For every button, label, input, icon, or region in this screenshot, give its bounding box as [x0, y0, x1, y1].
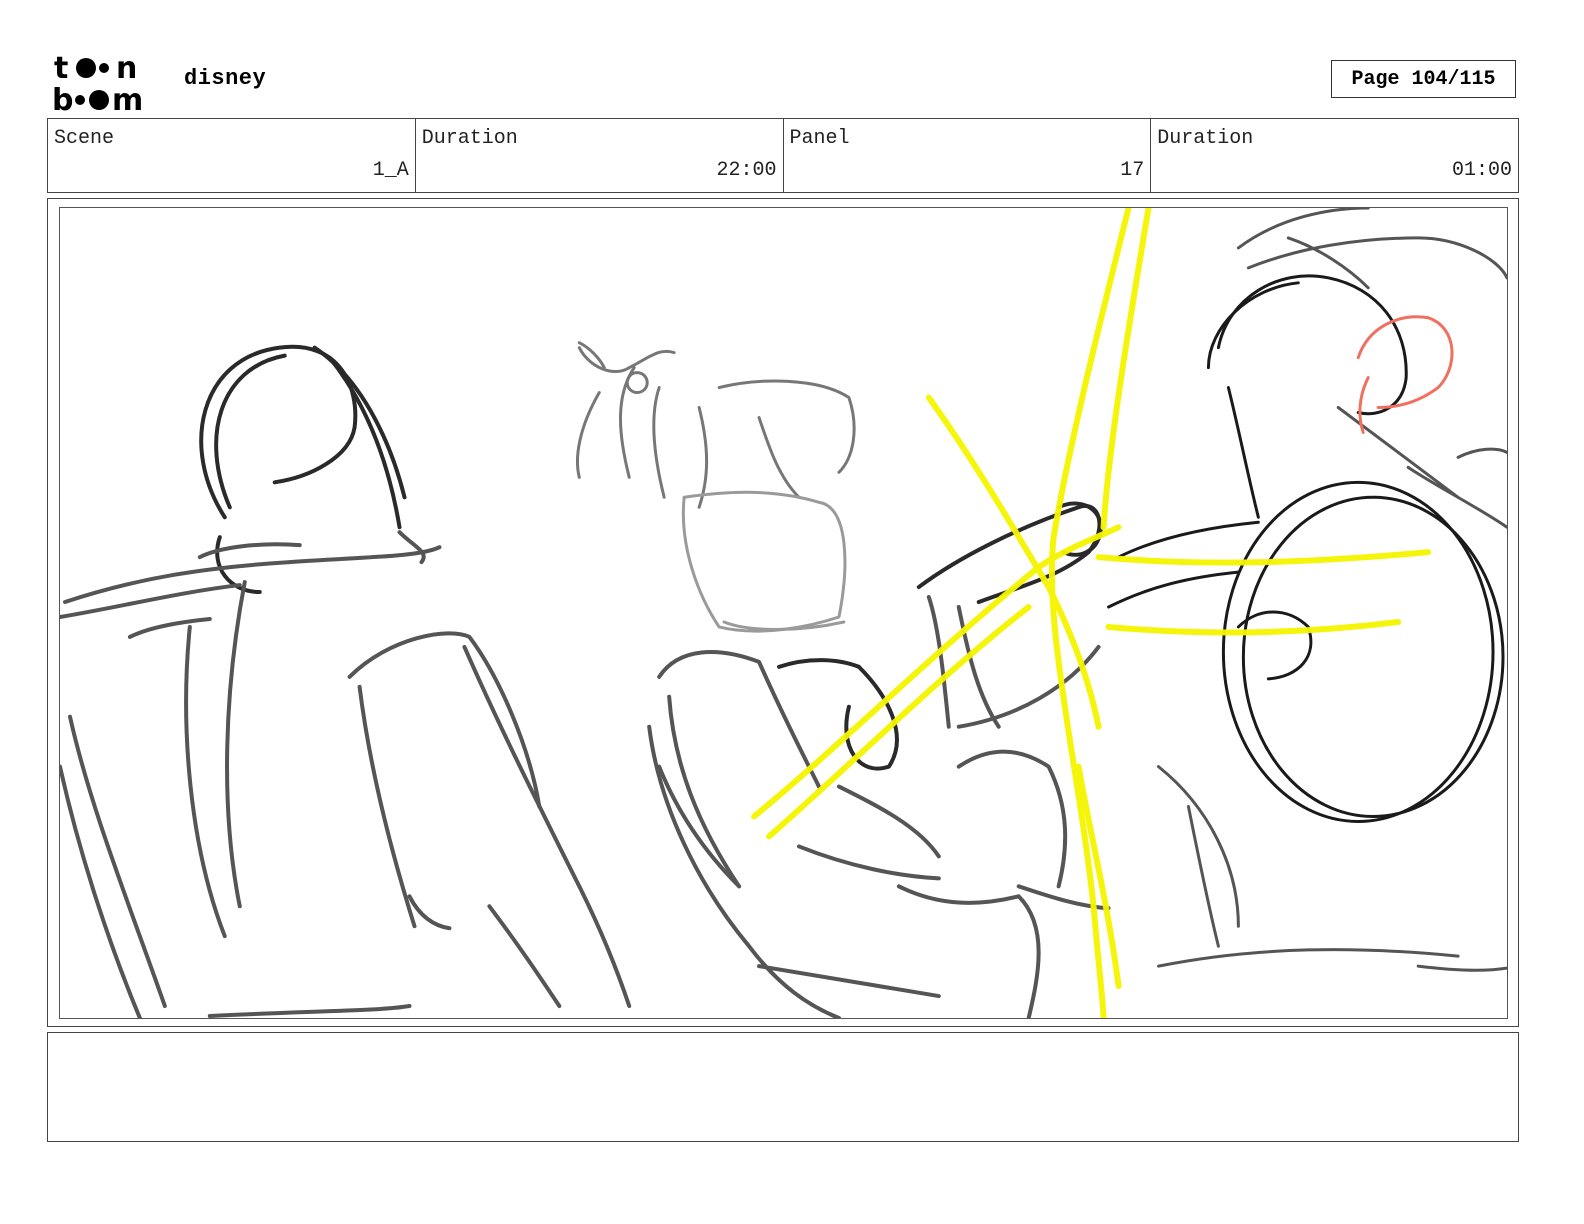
- panel-label: Panel: [789, 127, 850, 150]
- panel-image: [59, 207, 1508, 1019]
- panel-duration-label: Duration: [1157, 127, 1254, 150]
- panel-cell: Panel 17: [784, 119, 1152, 192]
- scene-duration-cell: Duration 22:00: [416, 119, 784, 192]
- scene-label: Scene: [54, 127, 115, 150]
- svg-text:t: t: [54, 51, 68, 86]
- page-indicator: Page 104/115: [1331, 60, 1516, 98]
- svg-text:b: b: [52, 83, 73, 114]
- panel-duration-value: 01:00: [1451, 159, 1512, 182]
- panel-value: 17: [1120, 159, 1145, 182]
- scene-cell: Scene 1_A: [48, 119, 416, 192]
- panel-notes: [47, 1032, 1519, 1142]
- project-name: disney: [184, 66, 267, 91]
- svg-text:n: n: [116, 51, 137, 86]
- panel-frame: [47, 198, 1519, 1027]
- scene-duration-value: 22:00: [716, 159, 777, 182]
- panel-info-row: Scene 1_A Duration 22:00 Panel 17 Durati…: [47, 118, 1519, 193]
- panel-duration-cell: Duration 01:00: [1151, 119, 1518, 192]
- scene-value: 1_A: [372, 159, 409, 182]
- storyboard-sketch: [60, 208, 1507, 1018]
- scene-duration-label: Duration: [421, 127, 518, 150]
- svg-text:m: m: [112, 83, 143, 114]
- toon-boom-logo: t n b m: [52, 51, 143, 114]
